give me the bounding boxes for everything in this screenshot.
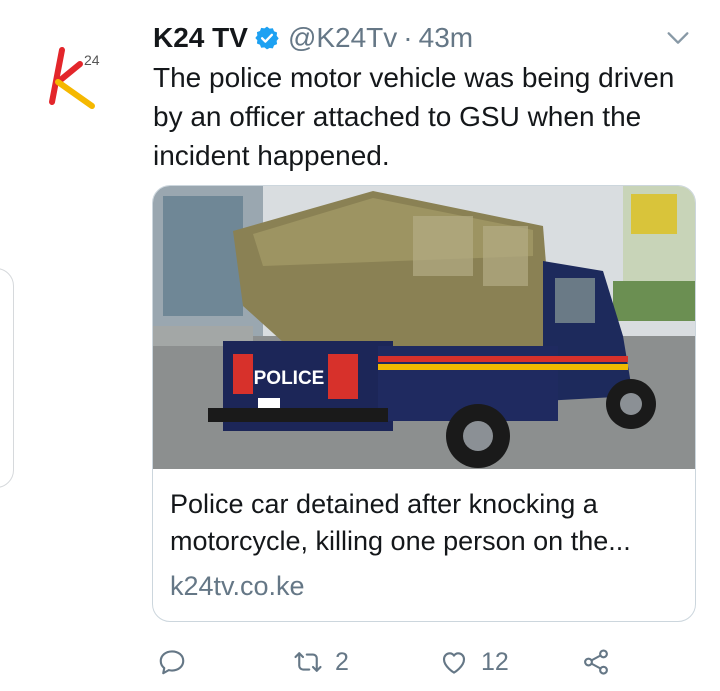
- retweet-icon: [294, 652, 322, 672]
- separator-dot: ·: [403, 22, 413, 53]
- verified-badge-icon: [255, 26, 279, 50]
- like-count: 12: [481, 647, 509, 676]
- svg-text:24: 24: [84, 52, 100, 68]
- k24-logo-icon: 24: [49, 47, 100, 109]
- like-button[interactable]: 12: [439, 640, 509, 684]
- heart-icon: [442, 652, 466, 674]
- share-button[interactable]: [581, 640, 611, 684]
- card-image[interactable]: POLICE: [153, 186, 695, 469]
- retweet-count: 2: [335, 647, 349, 676]
- reply-button[interactable]: [157, 640, 187, 684]
- reply-icon: [159, 650, 185, 675]
- side-panel-edge: [0, 268, 14, 488]
- tweet-header: K24 TV @K24Tv · 43m: [153, 20, 700, 56]
- chevron-down-icon[interactable]: [664, 24, 692, 52]
- card-title[interactable]: Police car detained after knocking a mot…: [170, 486, 685, 560]
- police-sign-text: POLICE: [254, 368, 325, 389]
- author-name[interactable]: K24 TV: [153, 22, 248, 54]
- retweet-button[interactable]: 2: [293, 640, 349, 684]
- avatar[interactable]: 24: [40, 40, 110, 116]
- tweet-timestamp[interactable]: 43m: [419, 22, 473, 54]
- share-icon: [584, 649, 608, 675]
- link-card[interactable]: POLICE Police car detained after knockin…: [152, 185, 696, 622]
- tweet-text: The police motor vehicle was being drive…: [153, 62, 675, 171]
- author-handle[interactable]: @K24Tv: [288, 22, 397, 54]
- tweet-actions: 2 12: [153, 640, 693, 684]
- card-domain[interactable]: k24tv.co.ke: [170, 568, 305, 605]
